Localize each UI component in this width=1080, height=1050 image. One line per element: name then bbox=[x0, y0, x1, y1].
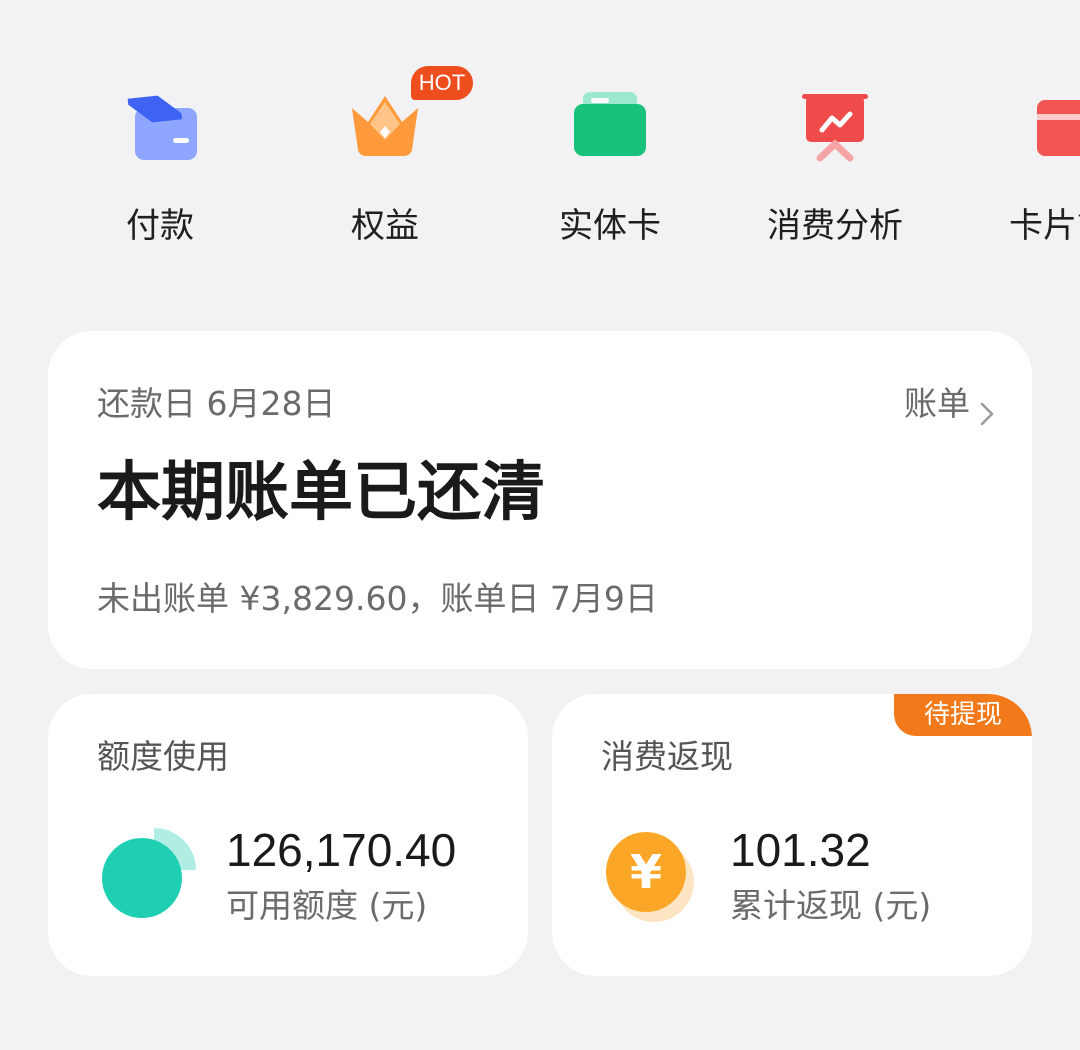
payment-card-icon bbox=[115, 80, 205, 170]
shortcut-payment-label: 付款 bbox=[126, 206, 194, 246]
shortcut-card-management[interactable]: 卡片管 bbox=[960, 80, 1080, 260]
cashback-total-value: 101.32 bbox=[730, 824, 871, 876]
chevron-right-icon bbox=[980, 392, 994, 438]
unbilled-amount: 未出账单 ¥3,829.60，账单日 7月9日 bbox=[97, 579, 658, 618]
shortcut-spending-analysis-label: 消费分析 bbox=[767, 206, 903, 246]
shortcut-payment[interactable]: 付款 bbox=[60, 80, 260, 260]
card-management-icon bbox=[1015, 80, 1080, 170]
bill-card[interactable]: 还款日 6月28日 账单 本期账单已还清 未出账单 ¥3,829.60，账单日 … bbox=[48, 331, 1032, 669]
shortcut-spending-analysis[interactable]: 消费分析 bbox=[735, 80, 935, 260]
physical-card-icon bbox=[565, 80, 655, 170]
cashback-card[interactable]: 待提现 消费返现 ¥ 101.32 累计返现 (元) bbox=[552, 694, 1032, 976]
shortcut-benefits-label: 权益 bbox=[351, 206, 419, 246]
bill-status: 本期账单已还清 bbox=[97, 456, 545, 530]
available-credit-label: 可用额度 (元) bbox=[226, 886, 428, 925]
spending-analysis-icon bbox=[790, 80, 880, 170]
available-credit-value: 126,170.40 bbox=[226, 824, 457, 876]
yuan-coin-icon: ¥ bbox=[604, 828, 700, 924]
svg-text:¥: ¥ bbox=[630, 845, 662, 899]
quota-pie-icon bbox=[100, 828, 196, 924]
shortcut-physical-card-label: 实体卡 bbox=[559, 206, 661, 246]
cashback-total-label: 累计返现 (元) bbox=[730, 886, 932, 925]
bill-link-label: 账单 bbox=[904, 384, 970, 423]
credit-quota-card[interactable]: 额度使用 126,170.40 可用额度 (元) bbox=[48, 694, 528, 976]
shortcut-card-management-label: 卡片管 bbox=[1009, 206, 1080, 246]
bill-link[interactable]: 账单 bbox=[904, 381, 994, 438]
quota-title: 额度使用 bbox=[97, 737, 229, 776]
repayment-date: 还款日 6月28日 bbox=[97, 384, 336, 423]
hot-badge: HOT bbox=[411, 66, 473, 100]
shortcut-benefits[interactable]: HOT 权益 bbox=[285, 66, 485, 260]
shortcut-row: 付款 HOT 权益 实体卡 消费分析 卡片 bbox=[0, 0, 1080, 300]
cashback-title: 消费返现 bbox=[601, 737, 733, 776]
shortcut-physical-card[interactable]: 实体卡 bbox=[510, 80, 710, 260]
pending-withdraw-badge: 待提现 bbox=[894, 694, 1032, 736]
